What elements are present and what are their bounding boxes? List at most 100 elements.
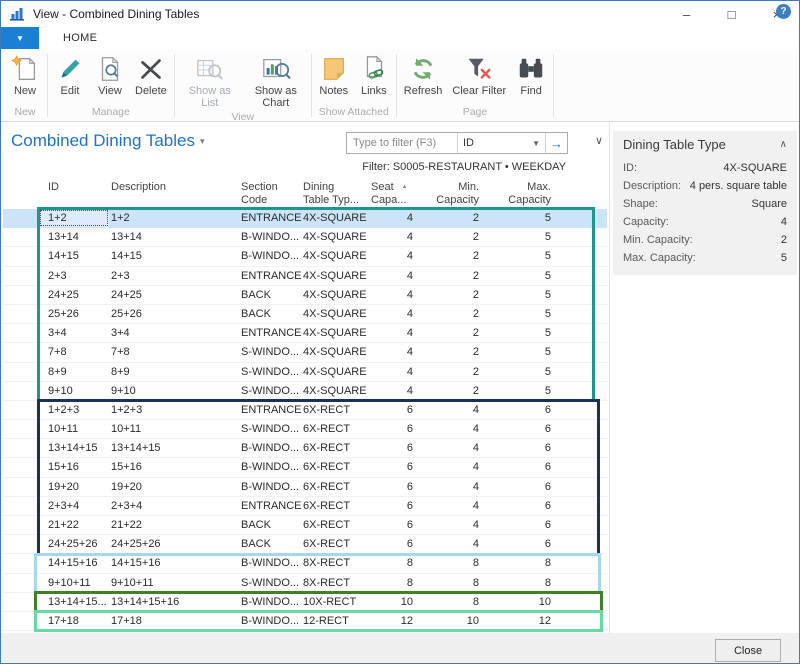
- cell-section[interactable]: S-WINDO...: [239, 420, 301, 438]
- links-button[interactable]: Links: [354, 52, 394, 98]
- cell-max[interactable]: 6: [495, 516, 569, 534]
- table-row[interactable]: 19+2019+20B-WINDO...6X-RECT646: [3, 478, 607, 497]
- cell-id[interactable]: 8+9: [39, 363, 109, 381]
- cell-max[interactable]: 5: [495, 343, 569, 361]
- cell-min[interactable]: 2: [425, 382, 495, 400]
- collapse-header-chevron-icon[interactable]: ∨: [595, 134, 603, 147]
- cell-type[interactable]: 6X-RECT: [301, 516, 367, 534]
- cell-seat[interactable]: 10: [367, 593, 425, 611]
- row-selector[interactable]: [3, 439, 39, 457]
- cell-section[interactable]: B-WINDO...: [239, 593, 301, 611]
- row-selector[interactable]: [3, 324, 39, 342]
- cell-seat[interactable]: 12: [367, 612, 425, 630]
- cell-min[interactable]: 2: [425, 305, 495, 323]
- row-selector[interactable]: [3, 574, 39, 592]
- cell-seat[interactable]: 6: [367, 497, 425, 515]
- table-row[interactable]: 2+32+3ENTRANCE4X-SQUARE425: [3, 267, 607, 286]
- row-selector[interactable]: [3, 305, 39, 323]
- column-header-description[interactable]: Description: [109, 179, 239, 209]
- table-row[interactable]: 1+21+2ENTRANCE4X-SQUARE425: [3, 209, 607, 228]
- row-selector[interactable]: [3, 593, 39, 611]
- cell-section[interactable]: BACK: [239, 305, 301, 323]
- cell-section[interactable]: BACK: [239, 286, 301, 304]
- cell-id[interactable]: 13+14+15...: [39, 593, 109, 611]
- row-selector[interactable]: [3, 267, 39, 285]
- filter-column-select[interactable]: ID ▼: [457, 133, 545, 153]
- cell-max[interactable]: 6: [495, 458, 569, 476]
- cell-section[interactable]: ENTRANCE: [239, 209, 301, 227]
- cell-type[interactable]: 4X-SQUARE: [301, 228, 367, 246]
- cell-desc[interactable]: 24+25: [109, 286, 239, 304]
- cell-type[interactable]: 6X-RECT: [301, 401, 367, 419]
- cell-max[interactable]: 5: [495, 286, 569, 304]
- maximize-button[interactable]: □: [709, 1, 754, 27]
- cell-min[interactable]: 2: [425, 247, 495, 265]
- cell-desc[interactable]: 8+9: [109, 363, 239, 381]
- cell-min[interactable]: 2: [425, 209, 495, 227]
- cell-seat[interactable]: 6: [367, 420, 425, 438]
- cell-id[interactable]: 24+25: [39, 286, 109, 304]
- cell-desc[interactable]: 21+22: [109, 516, 239, 534]
- cell-id[interactable]: 17+18: [39, 612, 109, 630]
- cell-id[interactable]: 2+3+4: [39, 497, 109, 515]
- cell-seat[interactable]: 6: [367, 439, 425, 457]
- cell-max[interactable]: 6: [495, 497, 569, 515]
- cell-type[interactable]: 4X-SQUARE: [301, 286, 367, 304]
- cell-section[interactable]: ENTRANCE: [239, 267, 301, 285]
- cell-id[interactable]: 21+22: [39, 516, 109, 534]
- cell-max[interactable]: 6: [495, 535, 569, 553]
- row-selector[interactable]: [3, 247, 39, 265]
- table-row[interactable]: 17+1817+18B-WINDO...12-RECT121012: [3, 612, 607, 631]
- row-selector[interactable]: [3, 497, 39, 515]
- cell-min[interactable]: 4: [425, 497, 495, 515]
- cell-seat[interactable]: 4: [367, 247, 425, 265]
- cell-type[interactable]: 4X-SQUARE: [301, 324, 367, 342]
- cell-min[interactable]: 8: [425, 574, 495, 592]
- cell-max[interactable]: 5: [495, 228, 569, 246]
- cell-desc[interactable]: 2+3: [109, 267, 239, 285]
- cell-id[interactable]: 3+4: [39, 324, 109, 342]
- table-row[interactable]: 8+98+9S-WINDO...4X-SQUARE425: [3, 363, 607, 382]
- cell-section[interactable]: S-WINDO...: [239, 382, 301, 400]
- cell-section[interactable]: B-WINDO...: [239, 228, 301, 246]
- row-selector[interactable]: [3, 516, 39, 534]
- cell-type[interactable]: 12-RECT: [301, 612, 367, 630]
- row-selector[interactable]: [3, 612, 39, 630]
- cell-min[interactable]: 8: [425, 554, 495, 572]
- table-row[interactable]: 21+2221+22BACK6X-RECT646: [3, 516, 607, 535]
- close-button[interactable]: Close: [715, 639, 781, 662]
- cell-type[interactable]: 4X-SQUARE: [301, 305, 367, 323]
- cell-desc[interactable]: 3+4: [109, 324, 239, 342]
- show-as-chart-button[interactable]: Show as Chart: [243, 52, 309, 110]
- table-row[interactable]: 2+3+42+3+4ENTRANCE6X-RECT646: [3, 497, 607, 516]
- cell-section[interactable]: B-WINDO...: [239, 478, 301, 496]
- cell-type[interactable]: 4X-SQUARE: [301, 363, 367, 381]
- tab-home[interactable]: HOME: [39, 27, 121, 49]
- cell-section[interactable]: B-WINDO...: [239, 439, 301, 457]
- cell-desc[interactable]: 19+20: [109, 478, 239, 496]
- edit-button[interactable]: Edit: [50, 52, 90, 98]
- cell-seat[interactable]: 4: [367, 286, 425, 304]
- cell-id[interactable]: 1+2+3: [39, 401, 109, 419]
- cell-seat[interactable]: 6: [367, 401, 425, 419]
- cell-max[interactable]: 5: [495, 324, 569, 342]
- cell-type[interactable]: 8X-RECT: [301, 574, 367, 592]
- app-menu-button[interactable]: ▼: [1, 27, 39, 49]
- table-row[interactable]: 9+10+119+10+11S-WINDO...8X-RECT888: [3, 574, 607, 593]
- cell-seat[interactable]: 6: [367, 516, 425, 534]
- cell-section[interactable]: B-WINDO...: [239, 458, 301, 476]
- cell-id[interactable]: 19+20: [39, 478, 109, 496]
- cell-id[interactable]: 15+16: [39, 458, 109, 476]
- cell-section[interactable]: B-WINDO...: [239, 554, 301, 572]
- cell-max[interactable]: 6: [495, 401, 569, 419]
- cell-max[interactable]: 6: [495, 420, 569, 438]
- cell-min[interactable]: 4: [425, 439, 495, 457]
- column-header-max-capacity[interactable]: Max.Capacity: [495, 179, 569, 209]
- cell-desc[interactable]: 17+18: [109, 612, 239, 630]
- cell-seat[interactable]: 6: [367, 535, 425, 553]
- filter-input[interactable]: [347, 133, 457, 153]
- cell-desc[interactable]: 13+14+15+16: [109, 593, 239, 611]
- cell-type[interactable]: 4X-SQUARE: [301, 247, 367, 265]
- column-header-min-capacity[interactable]: Min.Capacity: [425, 179, 495, 209]
- cell-type[interactable]: 6X-RECT: [301, 439, 367, 457]
